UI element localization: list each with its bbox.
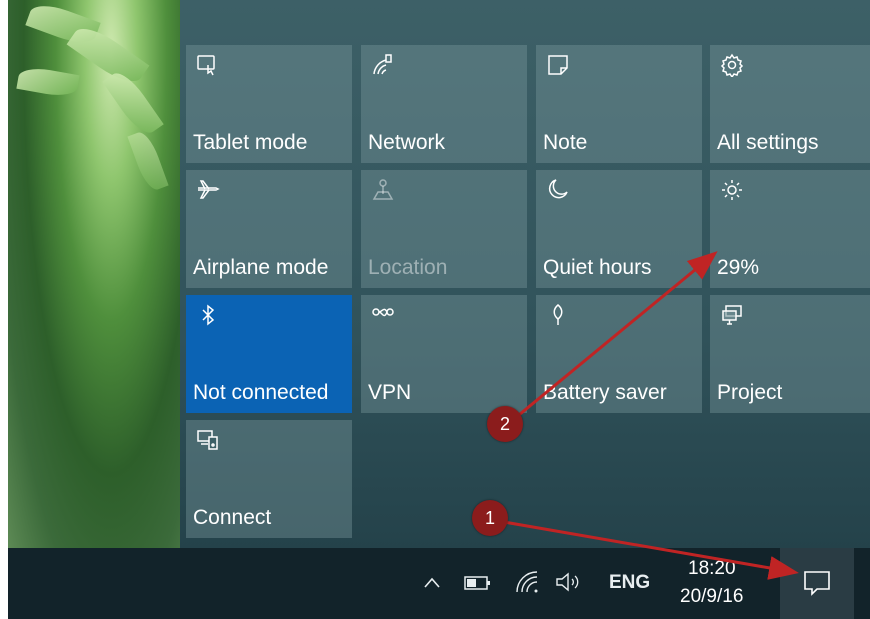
- annotation-arrows: [503, 251, 799, 580]
- arrow-2: [507, 251, 718, 426]
- annotation-badge-2: 2: [487, 406, 523, 442]
- arrow-1: [503, 520, 799, 580]
- desktop-screen: Tablet mode Network Note All settings Ai…: [8, 0, 870, 619]
- annotation-badge-1: 1: [472, 500, 508, 536]
